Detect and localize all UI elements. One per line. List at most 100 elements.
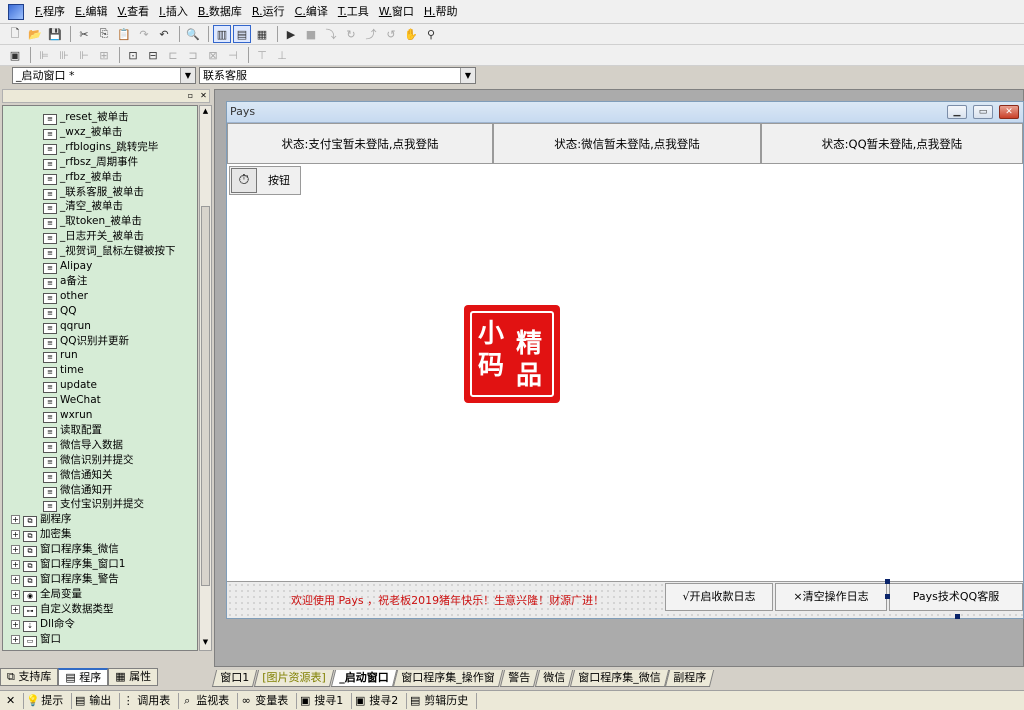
step-out-icon[interactable]: ⤴: [362, 25, 380, 43]
copy-icon[interactable]: ⎘: [95, 25, 113, 43]
paste-icon[interactable]: 📋: [115, 25, 133, 43]
status-tab-clipboard[interactable]: ▤ 剪辑历史: [407, 692, 478, 709]
form-icon[interactable]: ▣: [6, 46, 24, 64]
stopwatch-icon[interactable]: ⏱: [231, 168, 257, 193]
close-icon[interactable]: ✕: [999, 105, 1019, 119]
redo-icon[interactable]: ↷: [135, 25, 153, 43]
menu-tools[interactable]: T.工具: [333, 0, 374, 24]
tree-item[interactable]: ≡ other: [43, 289, 88, 304]
tree-item[interactable]: ≡ 微信识别并提交: [43, 453, 134, 468]
menu-database[interactable]: B.数据库: [193, 0, 247, 24]
align-left-icon[interactable]: ⊫: [35, 46, 53, 64]
expand-icon[interactable]: +: [11, 545, 20, 555]
align-right-icon[interactable]: ⊩: [75, 46, 93, 64]
selection-handle[interactable]: [885, 579, 890, 584]
tree-item[interactable]: ≡ _reset_被单击: [43, 110, 129, 125]
expand-icon[interactable]: +: [11, 619, 20, 629]
object-selector[interactable]: _启动窗口 * ▼: [12, 67, 196, 84]
status-tab-tip[interactable]: 💡提示: [24, 692, 73, 709]
space-icon[interactable]: ⊥: [273, 46, 291, 64]
tree-item[interactable]: ≡ Alipay: [43, 259, 92, 274]
button-control[interactable]: 按钮: [258, 167, 300, 194]
tree-item[interactable]: ≡ time: [43, 363, 84, 379]
expand-icon[interactable]: +: [11, 574, 20, 584]
binocular-icon[interactable]: ⚲: [422, 25, 440, 43]
bottom-panel[interactable]: 欢迎使用 Pays ，祝老板2019猪年快乐！生意兴隆！财源广进！ √开启收款日…: [227, 579, 1023, 619]
expand-icon[interactable]: +: [11, 515, 20, 525]
selection-handle[interactable]: [955, 614, 960, 619]
tree-item[interactable]: ≡ 微信通知开: [43, 483, 113, 498]
stop-icon[interactable]: ■: [302, 25, 320, 43]
step-into-icon[interactable]: ⤵: [322, 25, 340, 43]
panel-pin-icon[interactable]: ▫: [185, 90, 196, 101]
menu-window[interactable]: W.窗口: [374, 0, 419, 24]
tree-item[interactable]: ≡ QQ: [43, 304, 77, 319]
tree-item[interactable]: + ◉ 全局变量: [11, 587, 82, 602]
chevron-down-icon[interactable]: ▼: [460, 68, 475, 83]
run-icon[interactable]: ▶: [282, 25, 300, 43]
selection-handle[interactable]: [885, 594, 890, 599]
tab-window1[interactable]: 窗口1: [211, 670, 258, 687]
tree-item[interactable]: + ⧉ 窗口程序集_微信: [11, 542, 119, 558]
tree-item[interactable]: + ▭ 窗口: [11, 632, 61, 647]
tree-item[interactable]: ≡ 微信通知关: [43, 468, 113, 483]
expand-icon[interactable]: +: [11, 604, 20, 614]
spread-v-icon[interactable]: ⊤: [253, 46, 271, 64]
menu-run[interactable]: R.运行: [247, 0, 290, 24]
status-tab-search1[interactable]: ▣ 搜寻1: [297, 692, 353, 709]
tree-item[interactable]: + ⧉ 副程序: [11, 512, 72, 528]
cut-icon[interactable]: ✂: [75, 25, 93, 43]
tab-properties[interactable]: ▦ 属性: [108, 668, 159, 686]
tab-program[interactable]: ▤ 程序: [58, 668, 109, 686]
clear-operation-log-button[interactable]: ×清空操作日志: [775, 583, 887, 611]
tree-item[interactable]: ≡ _视贺词_鼠标左键被按下: [43, 244, 176, 260]
status-tab-watch[interactable]: ⌕ 监视表: [179, 692, 239, 709]
form-window[interactable]: Pays ▁ ▭ ✕ 状态:支付宝暂未登陆,点我登陆 状态:微信暂未登陆,点我登…: [226, 101, 1024, 619]
tab-wechat-window-set[interactable]: 窗口程序集_微信: [569, 670, 669, 687]
tree-item[interactable]: ≡ wxrun: [43, 408, 92, 423]
tree-item[interactable]: ≡ a备注: [43, 274, 87, 289]
scrollbar-thumb[interactable]: [201, 206, 210, 586]
event-selector[interactable]: 联系客服 ▼: [199, 67, 476, 84]
scroll-up-icon[interactable]: ▲: [201, 107, 210, 118]
tree-item[interactable]: ≡ 微信导入数据: [43, 438, 123, 453]
menu-help[interactable]: H.帮助: [419, 0, 463, 24]
status-tab-output[interactable]: ▤ 输出: [72, 692, 121, 709]
same-height-icon[interactable]: ⊐: [184, 46, 202, 64]
qq-support-button[interactable]: Pays技术QQ客服: [889, 583, 1023, 611]
expand-icon[interactable]: +: [11, 560, 20, 569]
tree-item[interactable]: ≡ 读取配置: [43, 423, 102, 438]
tree-item[interactable]: ≡ qqrun: [43, 319, 91, 334]
tab-warning[interactable]: 警告: [499, 670, 538, 687]
open-icon[interactable]: 📂: [26, 25, 44, 43]
tree-item[interactable]: ≡ update: [43, 378, 97, 394]
tree-item[interactable]: + ⊶ 自定义数据类型: [11, 602, 114, 617]
tree-item[interactable]: ≡ run: [43, 348, 78, 364]
align-grid-icon[interactable]: ⊞: [95, 46, 113, 64]
expand-icon[interactable]: +: [11, 530, 20, 540]
qq-status-label[interactable]: 状态:QQ暂未登陆,点我登陆: [761, 123, 1023, 164]
enable-receipt-log-button[interactable]: √开启收款日志: [665, 583, 773, 611]
menu-edit[interactable]: E.编辑: [70, 0, 112, 24]
tree-item[interactable]: + ⧉ 窗口程序集_警告: [11, 572, 119, 587]
tree-item[interactable]: ≡ _日志开关_被单击: [43, 229, 144, 245]
tab-wechat[interactable]: 微信: [534, 670, 573, 687]
tree-item[interactable]: ≡ _wxz_被单击: [43, 125, 122, 140]
menu-program[interactable]: F.程序: [30, 0, 70, 24]
tree-item[interactable]: ≡ _rfbsz_周期事件: [43, 155, 138, 170]
expand-icon[interactable]: +: [11, 589, 20, 599]
menu-compile[interactable]: C.编译: [290, 0, 333, 24]
menu-view[interactable]: V.查看: [113, 0, 155, 24]
tree-item[interactable]: + ⇣ Dll命令: [11, 617, 75, 632]
tree-item[interactable]: ≡ _rfblogins_跳转完毕: [43, 140, 158, 155]
layout-2-icon[interactable]: ▤: [233, 25, 251, 43]
save-icon[interactable]: 💾: [46, 25, 64, 43]
chevron-down-icon[interactable]: ▼: [180, 68, 195, 83]
tree-item[interactable]: ≡ _联系客服_被单击: [43, 185, 144, 200]
minimize-icon[interactable]: ▁: [947, 105, 967, 119]
step-cursor-icon[interactable]: ↺: [382, 25, 400, 43]
tab-operation-window-set[interactable]: 窗口程序集_操作窗: [392, 670, 503, 687]
expand-icon[interactable]: +: [11, 634, 20, 644]
step-over-icon[interactable]: ↻: [342, 25, 360, 43]
align-center-icon[interactable]: ⊪: [55, 46, 73, 64]
